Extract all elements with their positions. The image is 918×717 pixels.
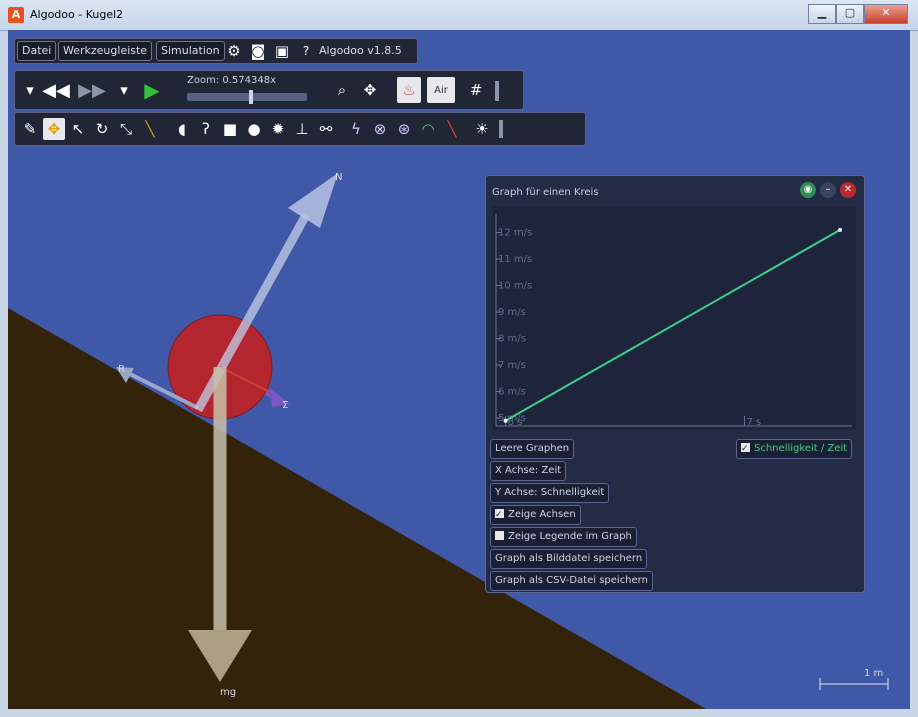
x-tick-label: 7 s (746, 417, 761, 428)
y-tick-label: 12 m/s (498, 228, 532, 239)
air-friction-toggle-icon[interactable]: Air (427, 77, 455, 103)
drag-tool-icon[interactable]: ↖ (67, 118, 89, 140)
menu-werkzeugleiste[interactable]: Werkzeugleiste (58, 41, 153, 61)
window-controls: ▁ ▢ ✕ (808, 4, 908, 24)
grid-icon[interactable]: # (465, 79, 487, 101)
help-icon[interactable]: ? (295, 40, 317, 62)
weight-force-label: mg (220, 687, 237, 698)
zoom-slider-thumb[interactable] (249, 90, 253, 104)
series-line (505, 229, 841, 422)
close-button[interactable]: ✕ (864, 4, 908, 24)
series-point (503, 418, 508, 423)
brush-tool-icon[interactable]: ◖ (171, 118, 193, 140)
save-csv-button[interactable]: Graph als CSV-Datei speichern (490, 571, 653, 591)
window-title: Algodoo - Kugel2 (30, 8, 124, 21)
box-tool-icon[interactable]: ■ (219, 118, 241, 140)
y-tick-label: 11 m/s (498, 254, 532, 265)
sketch-tool-icon[interactable]: ✎ (19, 118, 41, 140)
rope-tool-icon[interactable]: ʔ (195, 118, 217, 140)
maximize-button[interactable]: ▢ (836, 4, 864, 24)
zoom-label: Zoom: 0.574348x (187, 75, 277, 86)
tracer-tool-icon[interactable]: ☀ (471, 118, 493, 140)
minimize-button[interactable]: ▁ (808, 4, 836, 24)
y-tick-label: 9 m/s (498, 307, 526, 318)
show-axes-checkbox[interactable] (495, 506, 504, 524)
show-legend-toggle[interactable]: Zeige Legende im Graph (490, 527, 637, 547)
y-tick-label: 8 m/s (498, 334, 526, 345)
toolbar-handle[interactable] (495, 81, 499, 101)
gear-tool-icon[interactable]: ✹ (267, 118, 289, 140)
line-chart: 5 m/s6 m/s7 m/s8 m/s9 m/s10 m/s11 m/s12 … (495, 214, 852, 428)
axle-tool-icon[interactable]: ⊛ (393, 118, 415, 140)
move-tool-icon[interactable]: ✥ (43, 118, 65, 140)
dropdown-icon[interactable]: ▾ (113, 79, 135, 101)
play-icon[interactable]: ▶ (141, 78, 163, 102)
menu-datei[interactable]: Datei (17, 41, 57, 61)
show-legend-label: Zeige Legende im Graph (508, 531, 632, 542)
graph-panel: Graph für einen Kreis ◉ – ✕ 5 m/s 6 m/s 7 … (485, 175, 865, 593)
show-axes-label: Zeige Achsen (508, 509, 576, 520)
settings-gear-icon[interactable]: ⚙ (223, 40, 245, 62)
eye-icon[interactable]: ◉ (800, 182, 816, 198)
series-point (838, 227, 843, 232)
save-image-button[interactable]: Graph als Bilddatei speichern (490, 549, 648, 569)
chain-tool-icon[interactable]: ⚯ (315, 118, 337, 140)
zoom-tool-icon[interactable]: ⌕ (331, 79, 353, 101)
move-icon[interactable]: ✥ (359, 79, 381, 101)
y-axis-button[interactable]: Y Achse: Schnelligkeit (490, 483, 610, 503)
y-tick-label: 10 m/s (498, 281, 532, 292)
tools-toolbar: ✎ ✥ ↖ ↻ ⤡ ╲ ◖ ʔ ■ ● ✹ ⊥ ⚯ ϟ ⊗ ⊛ ◠ ╲ ☀ (14, 112, 586, 146)
thruster-tool-icon[interactable]: ◠ (417, 118, 439, 140)
spring-tool-icon[interactable]: ϟ (345, 118, 367, 140)
scale-tool-icon[interactable]: ⤡ (115, 118, 137, 140)
series-toggle[interactable]: Schnelligkeit / Zeit (736, 439, 853, 459)
show-legend-checkbox[interactable] (495, 531, 504, 540)
show-axes-toggle[interactable]: Zeige Achsen (490, 505, 581, 525)
sum-force-label: Σ (282, 400, 289, 411)
zoom-slider[interactable] (187, 90, 307, 104)
minimize-panel-icon[interactable]: – (820, 182, 836, 198)
clear-graphs-button[interactable]: Leere Graphen (490, 439, 575, 459)
gravity-toggle-icon[interactable]: ♨ (397, 77, 421, 103)
simulation-toolbar: ▾ ◀◀ ▶▶ ▾ ▶ Zoom: 0.574348x ⌕ ✥ ♨ Air # (14, 70, 524, 110)
normal-force-label: N (335, 172, 343, 183)
window-titlebar: A Algodoo - Kugel2 ▁ ▢ ✕ (0, 0, 918, 31)
y-tick-label: 6 m/s (498, 387, 526, 398)
close-panel-icon[interactable]: ✕ (840, 182, 856, 198)
series-label: Schnelligkeit / Zeit (754, 443, 848, 454)
knife-tool-icon[interactable]: ╲ (139, 118, 161, 140)
menu-simulation[interactable]: Simulation (156, 41, 225, 61)
window-icon[interactable]: ▣ (271, 40, 293, 62)
simulation-scene[interactable]: N R Σ mg 1 m Datei Werkzeugleiste Simula… (8, 30, 910, 709)
version-label: Algodoo v1.8.5 (319, 44, 402, 57)
circle-tool-icon[interactable]: ● (243, 118, 265, 140)
camera-icon[interactable]: ◙ (247, 40, 269, 62)
toolbar-handle[interactable] (499, 120, 503, 138)
laser-tool-icon[interactable]: ╲ (441, 118, 463, 140)
fixate-tool-icon[interactable]: ⊗ (369, 118, 391, 140)
main-menu-bar: Datei Werkzeugleiste Simulation ⚙ ◙ ▣ ? … (14, 38, 418, 64)
series-checkbox[interactable] (741, 440, 750, 458)
x-axis-button[interactable]: X Achse: Zeit (490, 461, 567, 481)
dropdown-icon[interactable]: ▾ (19, 79, 41, 101)
fast-forward-icon[interactable]: ▶▶ (78, 79, 106, 101)
rewind-icon[interactable]: ◀◀ (42, 79, 70, 101)
rotate-tool-icon[interactable]: ↻ (91, 118, 113, 140)
graph-plot: 5 m/s 6 m/s 7 m/s 8 m/s 9 m/s 10 m/s 11 m/s 12 … (492, 206, 856, 430)
plane-tool-icon[interactable]: ⊥ (291, 118, 313, 140)
graph-panel-title: Graph für einen Kreis (492, 187, 599, 198)
algodoo-app-icon: A (8, 7, 24, 23)
y-tick-label: 7 m/s (498, 360, 526, 371)
friction-force-label: R (118, 364, 125, 375)
scale-label: 1 m (864, 668, 884, 679)
